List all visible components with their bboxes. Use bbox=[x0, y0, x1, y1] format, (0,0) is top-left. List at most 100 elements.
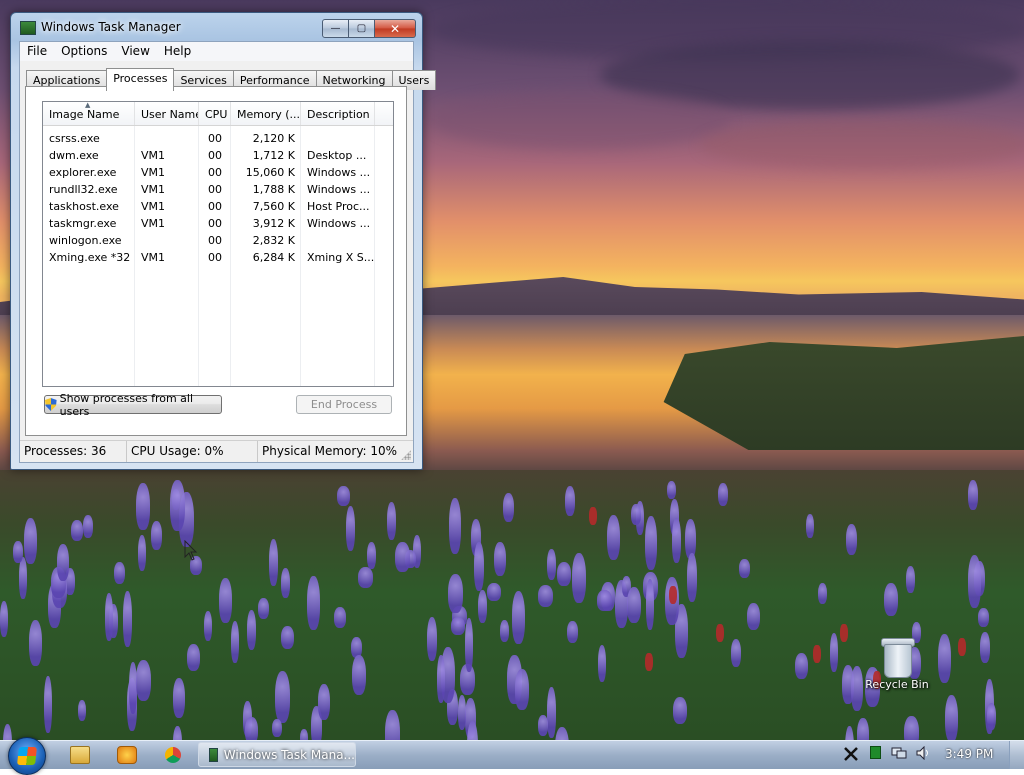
status-tray-icon[interactable] bbox=[868, 746, 882, 759]
process-image-name: explorer.exe bbox=[49, 166, 117, 179]
process-image-name: taskmgr.exe bbox=[49, 217, 117, 230]
status-bar: Processes: 36 CPU Usage: 0% Physical Mem… bbox=[20, 440, 413, 462]
process-row[interactable]: taskhost.exe VM1 00 7,560 K Host Proc... bbox=[43, 197, 393, 214]
process-description: Windows ... bbox=[307, 217, 371, 230]
column-memory[interactable]: Memory (... bbox=[231, 102, 301, 125]
process-image-name: dwm.exe bbox=[49, 149, 99, 162]
sort-ascending-icon: ▲ bbox=[85, 102, 91, 109]
resize-grip-icon[interactable] bbox=[401, 450, 411, 460]
process-cpu: 00 bbox=[208, 251, 222, 264]
processes-panel: ▲ Image Name User Name CPU Memory (... D… bbox=[25, 86, 407, 436]
process-image-name: csrss.exe bbox=[49, 132, 100, 145]
column-filler bbox=[375, 102, 393, 125]
process-row[interactable]: winlogon.exe 00 2,832 K bbox=[43, 231, 393, 248]
pinned-explorer[interactable] bbox=[63, 744, 97, 766]
process-image-name: winlogon.exe bbox=[49, 234, 122, 247]
process-memory: 1,788 K bbox=[252, 183, 295, 196]
taskbar: Windows Task Mana... 3:49 PM bbox=[0, 737, 1024, 775]
process-memory: 3,912 K bbox=[252, 217, 295, 230]
process-description: Desktop ... bbox=[307, 149, 367, 162]
maximize-button[interactable]: ▢ bbox=[349, 19, 375, 38]
process-user-name: VM1 bbox=[141, 149, 166, 162]
taskbar-task-manager-label: Windows Task Mana... bbox=[223, 747, 355, 762]
process-cpu: 00 bbox=[208, 183, 222, 196]
process-cpu: 00 bbox=[208, 200, 222, 213]
show-desktop-button[interactable] bbox=[1009, 741, 1024, 769]
process-cpu: 00 bbox=[208, 132, 222, 145]
process-user-name: VM1 bbox=[141, 251, 166, 264]
task-manager-app-icon bbox=[20, 21, 36, 35]
menu-bar: File Options View Help bbox=[20, 42, 413, 61]
process-cpu: 00 bbox=[208, 217, 222, 230]
start-button[interactable] bbox=[8, 737, 46, 775]
process-memory: 2,120 K bbox=[252, 132, 295, 145]
menu-options[interactable]: Options bbox=[54, 42, 114, 61]
menu-help[interactable]: Help bbox=[157, 42, 198, 61]
xming-tray-icon[interactable] bbox=[842, 746, 860, 762]
menu-file[interactable]: File bbox=[20, 42, 54, 61]
task-manager-app-icon bbox=[209, 747, 218, 762]
status-processes: Processes: 36 bbox=[20, 441, 127, 462]
process-image-name: Xming.exe *32 bbox=[49, 251, 131, 264]
media-player-icon bbox=[117, 746, 137, 764]
process-cpu: 00 bbox=[208, 234, 222, 247]
minimize-button[interactable]: — bbox=[322, 19, 349, 38]
process-description bbox=[301, 231, 375, 248]
process-user-name: VM1 bbox=[141, 166, 166, 179]
end-process-button[interactable]: End Process bbox=[296, 395, 392, 414]
volume-icon[interactable] bbox=[914, 746, 932, 760]
column-user-name[interactable]: User Name bbox=[135, 102, 199, 125]
process-user-name bbox=[135, 231, 199, 248]
process-user-name: VM1 bbox=[141, 183, 166, 196]
process-description: Windows ... bbox=[307, 166, 371, 179]
taskbar-clock[interactable]: 3:49 PM bbox=[945, 747, 993, 761]
chrome-icon bbox=[165, 747, 181, 763]
column-image-name[interactable]: ▲ Image Name bbox=[43, 102, 135, 125]
process-description: Windows ... bbox=[307, 183, 371, 196]
column-cpu[interactable]: CPU bbox=[199, 102, 231, 125]
status-physical-memory: Physical Memory: 10% bbox=[262, 444, 398, 458]
window-title: Windows Task Manager bbox=[41, 20, 181, 34]
tab-processes[interactable]: Processes bbox=[106, 68, 175, 91]
network-icon[interactable] bbox=[890, 746, 908, 760]
process-user-name bbox=[135, 129, 199, 146]
process-description bbox=[301, 129, 375, 146]
process-user-name: VM1 bbox=[141, 200, 166, 213]
process-image-name: rundll32.exe bbox=[49, 183, 118, 196]
windows-logo-icon bbox=[17, 747, 37, 765]
process-row[interactable]: explorer.exe VM1 00 15,060 K Windows ... bbox=[43, 163, 393, 180]
process-memory: 1,712 K bbox=[252, 149, 295, 162]
process-cpu: 00 bbox=[208, 166, 222, 179]
process-row[interactable]: dwm.exe VM1 00 1,712 K Desktop ... bbox=[43, 146, 393, 163]
recycle-bin-shortcut[interactable]: Recycle Bin bbox=[862, 636, 932, 691]
process-image-name: taskhost.exe bbox=[49, 200, 119, 213]
process-description: Host Proc... bbox=[307, 200, 370, 213]
process-row[interactable]: Xming.exe *32 VM1 00 6,284 K Xming X S... bbox=[43, 248, 393, 265]
pinned-chrome[interactable] bbox=[156, 744, 190, 766]
process-list[interactable]: ▲ Image Name User Name CPU Memory (... D… bbox=[42, 101, 394, 387]
show-all-processes-button[interactable]: Show processes from all users bbox=[44, 392, 222, 418]
process-row[interactable]: taskmgr.exe VM1 00 3,912 K Windows ... bbox=[43, 214, 393, 231]
recycle-bin-icon bbox=[881, 636, 915, 678]
task-manager-window: Windows Task Manager — ▢ ✕ File Options … bbox=[10, 12, 437, 470]
process-description: Xming X S... bbox=[307, 251, 375, 264]
process-row[interactable]: rundll32.exe VM1 00 1,788 K Windows ... bbox=[43, 180, 393, 197]
process-memory: 6,284 K bbox=[252, 251, 295, 264]
taskbar-task-manager-button[interactable]: Windows Task Mana... bbox=[198, 742, 356, 767]
pinned-media-player[interactable] bbox=[110, 744, 144, 766]
show-all-processes-label: Show processes from all users bbox=[59, 391, 194, 418]
tab-strip: Applications Processes Services Performa… bbox=[26, 68, 437, 91]
close-button[interactable]: ✕ bbox=[375, 19, 416, 38]
recycle-bin-label: Recycle Bin bbox=[865, 678, 929, 691]
process-list-header: ▲ Image Name User Name CPU Memory (... D… bbox=[43, 102, 393, 126]
title-bar[interactable]: Windows Task Manager — ▢ ✕ bbox=[11, 13, 422, 41]
window-client-area: File Options View Help Applications Proc… bbox=[19, 41, 437, 463]
menu-view[interactable]: View bbox=[114, 42, 156, 61]
process-row[interactable]: csrss.exe 00 2,120 K bbox=[43, 129, 393, 146]
folder-icon bbox=[70, 746, 90, 764]
column-description[interactable]: Description bbox=[301, 102, 375, 125]
uac-shield-icon bbox=[45, 398, 57, 411]
process-user-name: VM1 bbox=[141, 217, 166, 230]
process-memory: 7,560 K bbox=[252, 200, 295, 213]
status-cpu-usage: CPU Usage: 0% bbox=[127, 441, 258, 462]
